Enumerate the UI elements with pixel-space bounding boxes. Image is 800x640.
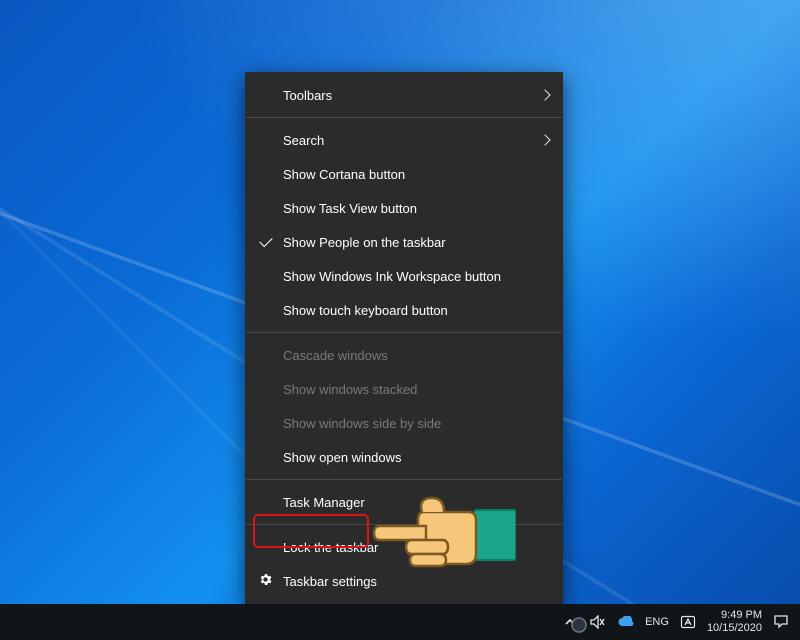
menu-item-show-task-view-button[interactable]: Show Task View button (245, 191, 563, 225)
menu-item-show-people-on-the-taskbar[interactable]: Show People on the taskbar (245, 225, 563, 259)
menu-item-label: Task Manager (283, 495, 365, 510)
menu-separator (246, 117, 562, 118)
ime-input-icon[interactable] (679, 613, 697, 631)
menu-separator (246, 332, 562, 333)
menu-item-label: Cascade windows (283, 348, 388, 363)
menu-item-toolbars[interactable]: Toolbars (245, 78, 563, 112)
tray-clock[interactable]: 9:49 PM 10/15/2020 (707, 609, 762, 634)
taskbar-pinned-app-icon[interactable] (570, 616, 588, 634)
tray-time: 9:49 PM (721, 609, 762, 622)
desktop-wallpaper: Toolbars Search Show Cortana button Show Ta… (0, 0, 800, 640)
onedrive-cloud-icon[interactable] (617, 613, 635, 631)
menu-item-show-windows-ink-workspace-button[interactable]: Show Windows Ink Workspace button (245, 259, 563, 293)
menu-separator (246, 479, 562, 480)
menu-item-task-manager[interactable]: Task Manager (245, 485, 563, 519)
menu-item-lock-the-taskbar[interactable]: Lock the taskbar (245, 530, 563, 564)
menu-item-show-cortana-button[interactable]: Show Cortana button (245, 157, 563, 191)
menu-item-label: Show Cortana button (283, 167, 405, 182)
menu-item-label: Show People on the taskbar (283, 235, 446, 250)
gear-icon (258, 572, 273, 590)
taskbar[interactable]: ENG 9:49 PM 10/15/2020 (0, 604, 800, 640)
menu-item-label: Show Task View button (283, 201, 417, 216)
menu-item-show-touch-keyboard-button[interactable]: Show touch keyboard button (245, 293, 563, 327)
menu-item-cascade-windows: Cascade windows (245, 338, 563, 372)
system-tray: ENG 9:49 PM 10/15/2020 (561, 609, 800, 634)
menu-item-taskbar-settings[interactable]: Taskbar settings (245, 564, 563, 598)
tray-input-language[interactable]: ENG (645, 616, 669, 628)
menu-separator (246, 524, 562, 525)
taskbar-context-menu: Toolbars Search Show Cortana button Show Ta… (245, 72, 563, 604)
menu-item-show-windows-side-by-side: Show windows side by side (245, 406, 563, 440)
menu-item-label: Show windows stacked (283, 382, 417, 397)
menu-item-label: Toolbars (283, 88, 332, 103)
menu-item-label: Show Windows Ink Workspace button (283, 269, 501, 284)
tray-date: 10/15/2020 (707, 622, 762, 635)
menu-item-search[interactable]: Search (245, 123, 563, 157)
menu-item-label: Search (283, 133, 324, 148)
action-center-icon[interactable] (772, 613, 790, 631)
menu-item-show-open-windows[interactable]: Show open windows (245, 440, 563, 474)
menu-item-label: Show windows side by side (283, 416, 441, 431)
menu-item-label: Taskbar settings (283, 574, 377, 589)
volume-icon[interactable] (589, 613, 607, 631)
menu-item-label: Show open windows (283, 450, 402, 465)
menu-item-show-windows-stacked: Show windows stacked (245, 372, 563, 406)
menu-item-label: Show touch keyboard button (283, 303, 448, 318)
menu-item-label: Lock the taskbar (283, 540, 378, 555)
